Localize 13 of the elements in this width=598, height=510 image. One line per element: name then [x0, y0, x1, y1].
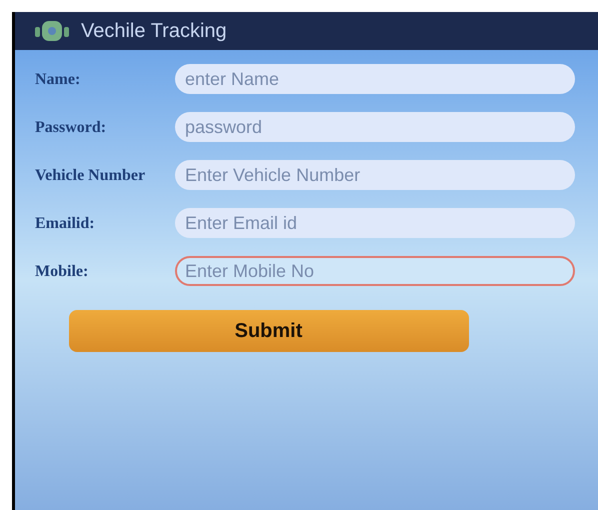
robot-icon — [35, 19, 69, 43]
input-field[interactable]: Enter Vehicle Number — [175, 160, 575, 190]
field-label: Name: — [35, 70, 82, 90]
field-label: Mobile: — [35, 262, 90, 282]
input-field[interactable]: enter Name — [175, 64, 575, 94]
input-field[interactable]: password — [175, 112, 575, 142]
input-field[interactable]: Enter Mobile No — [175, 256, 575, 286]
field-label: Emailid: — [35, 214, 96, 234]
submit-button[interactable]: Submit — [68, 310, 468, 352]
input-field[interactable]: Enter Email id — [175, 208, 575, 238]
app-title: Vechile Tracking — [81, 19, 227, 44]
field-label: Password: — [35, 118, 108, 138]
field-label: Vehicle Number — [35, 166, 146, 186]
